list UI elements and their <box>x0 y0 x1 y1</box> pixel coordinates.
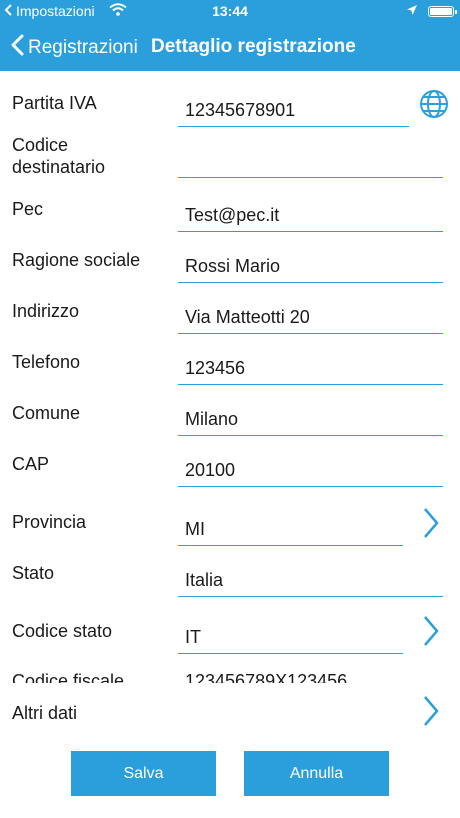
location-arrow-icon <box>406 3 418 19</box>
back-button-label: Registrazioni <box>28 36 138 58</box>
indirizzo-field[interactable]: Via Matteotti 20 <box>178 300 443 334</box>
nav-bar: Registrazioni Dettaglio registrazione <box>0 28 460 68</box>
partita-iva-label: Partita IVA <box>12 93 97 113</box>
status-bar: Impostazioni 13:44 <box>0 0 460 24</box>
codice-destinatario-field[interactable] <box>178 144 443 178</box>
codice-destinatario-label-line1: Codice <box>12 135 69 155</box>
comune-label: Comune <box>12 403 81 423</box>
telefono-label: Telefono <box>12 352 81 372</box>
altri-dati-row[interactable]: Altri dati <box>0 690 460 734</box>
codice-fiscale-field[interactable]: 123456789X123456 <box>178 664 443 683</box>
indirizzo-label: Indirizzo <box>12 301 80 321</box>
cap-field[interactable]: 20100 <box>178 453 443 487</box>
header: Impostazioni 13:44 Registrazioni Dettagl… <box>0 0 460 71</box>
stato-label: Stato <box>12 563 55 583</box>
status-bar-right <box>406 3 457 19</box>
globe-icon[interactable] <box>418 88 450 125</box>
page-title: Dettaglio registrazione <box>151 36 356 57</box>
ragione-sociale-field[interactable]: Rossi Mario <box>178 249 443 283</box>
telefono-field[interactable]: 123456 <box>178 351 443 385</box>
comune-field[interactable]: Milano <box>178 402 443 436</box>
partita-iva-field[interactable]: 12345678901 <box>178 93 409 127</box>
save-button[interactable]: Salva <box>71 751 216 796</box>
provincia-field[interactable]: MI <box>178 512 403 546</box>
cap-label: CAP <box>12 454 50 474</box>
status-time: 13:44 <box>212 3 248 19</box>
battery-icon <box>428 5 457 17</box>
codice-stato-label: Codice stato <box>12 621 113 641</box>
codice-fiscale-label: Codice fiscale <box>12 671 125 683</box>
codice-destinatario-label-line2: destinatario <box>12 157 106 177</box>
provincia-chevron-right-icon[interactable] <box>422 506 440 545</box>
back-chevron-icon <box>10 34 24 61</box>
codice-stato-chevron-right-icon[interactable] <box>422 614 440 653</box>
codice-stato-field[interactable]: IT <box>178 620 403 654</box>
registration-form: Partita IVA 12345678901 Codice destinata… <box>0 71 460 683</box>
cancel-button[interactable]: Annulla <box>244 751 389 796</box>
pec-label: Pec <box>12 199 44 219</box>
codice-destinatario-label: Codice destinatario <box>12 134 105 178</box>
ragione-sociale-label: Ragione sociale <box>12 250 141 270</box>
pec-field[interactable]: Test@pec.it <box>178 198 443 232</box>
back-button[interactable]: Registrazioni <box>10 34 138 61</box>
provincia-label: Provincia <box>12 512 87 532</box>
altri-dati-label: Altri dati <box>12 703 78 723</box>
stato-field[interactable]: Italia <box>178 563 443 597</box>
altri-dati-chevron-right-icon <box>422 694 440 733</box>
